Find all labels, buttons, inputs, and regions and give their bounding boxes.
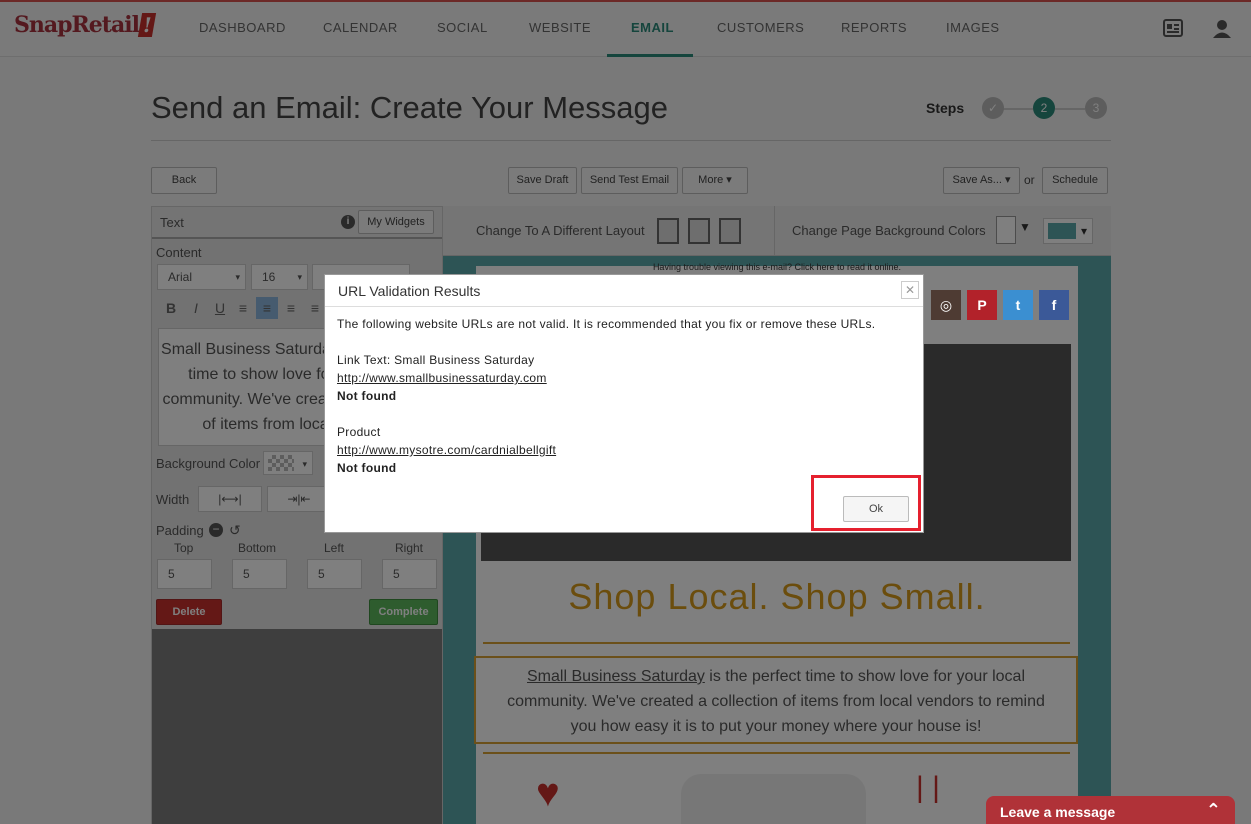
twitter-icon[interactable]: t xyxy=(1003,290,1033,320)
highlight-box xyxy=(811,475,921,531)
close-icon[interactable]: ✕ xyxy=(901,281,919,299)
dialog-body: The following website URLs are not valid… xyxy=(337,315,875,477)
facebook-icon[interactable]: f xyxy=(1039,290,1069,320)
dialog-titlebar: URL Validation Results ✕ xyxy=(325,275,923,307)
dialog-intro: The following website URLs are not valid… xyxy=(337,317,876,331)
invalid-url-label: Link Text: Small Business Saturday xyxy=(337,353,535,367)
invalid-url-status: Not found xyxy=(337,461,397,475)
invalid-url-link[interactable]: http://www.mysotre.com/cardnialbellgift xyxy=(337,443,556,457)
instagram-icon[interactable]: ◎ xyxy=(931,290,961,320)
chat-label: Leave a message xyxy=(1000,804,1116,820)
leave-a-message-widget[interactable]: Leave a message ⌃ xyxy=(986,796,1235,824)
chevron-up-icon[interactable]: ⌃ xyxy=(1206,800,1221,821)
invalid-url-link[interactable]: http://www.smallbusinessaturday.com xyxy=(337,371,547,385)
dialog-title: URL Validation Results xyxy=(338,283,481,299)
invalid-url-status: Not found xyxy=(337,389,397,403)
pinterest-icon[interactable]: P xyxy=(967,290,997,320)
invalid-url-label: Product xyxy=(337,425,381,439)
